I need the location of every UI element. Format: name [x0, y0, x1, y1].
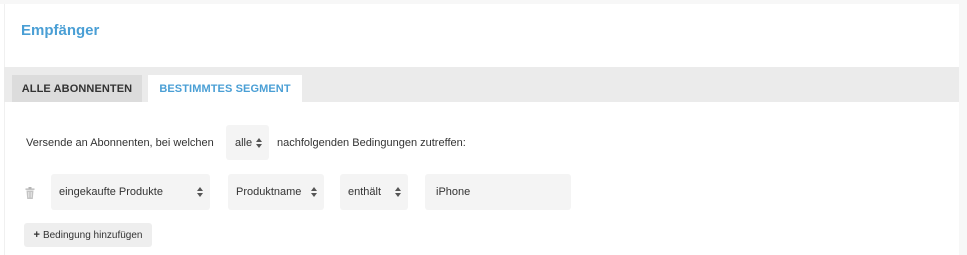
section-title: Empfänger: [21, 22, 100, 39]
trash-icon[interactable]: [25, 186, 35, 199]
select-arrows-icon: [311, 187, 317, 197]
rule-suffix-text: nachfolgenden Bedingungen zutreffen:: [277, 137, 466, 149]
match-mode-value: alle: [235, 136, 253, 149]
page-right-edge: [959, 0, 967, 255]
condition-value-input[interactable]: [425, 174, 571, 210]
select-arrows-icon: [197, 187, 203, 197]
recipients-panel: [4, 4, 959, 255]
plus-icon: +: [33, 229, 40, 241]
match-mode-select[interactable]: alle: [226, 125, 269, 160]
condition-property-value: Produktname: [236, 186, 302, 198]
condition-operator-select[interactable]: enthält: [340, 174, 408, 210]
tab-specific-segment[interactable]: BESTIMMTES SEGMENT: [148, 75, 302, 102]
condition-property-select[interactable]: Produktname: [228, 174, 324, 210]
condition-field-value: eingekaufte Produkte: [59, 186, 163, 198]
select-arrows-icon: [256, 137, 262, 148]
add-condition-button[interactable]: + Bedingung hinzufügen: [24, 223, 152, 247]
add-condition-label: Bedingung hinzufügen: [42, 229, 143, 241]
rule-prefix-text: Versende an Abonnenten, bei welchen: [26, 137, 214, 149]
recipient-tabs: ALLE ABONNENTEN BESTIMMTES SEGMENT: [4, 67, 959, 102]
select-arrows-icon: [395, 187, 401, 197]
tab-all-subscribers[interactable]: ALLE ABONNENTEN: [12, 75, 142, 102]
condition-operator-value: enthält: [348, 186, 382, 198]
condition-field-select[interactable]: eingekaufte Produkte: [51, 174, 210, 210]
